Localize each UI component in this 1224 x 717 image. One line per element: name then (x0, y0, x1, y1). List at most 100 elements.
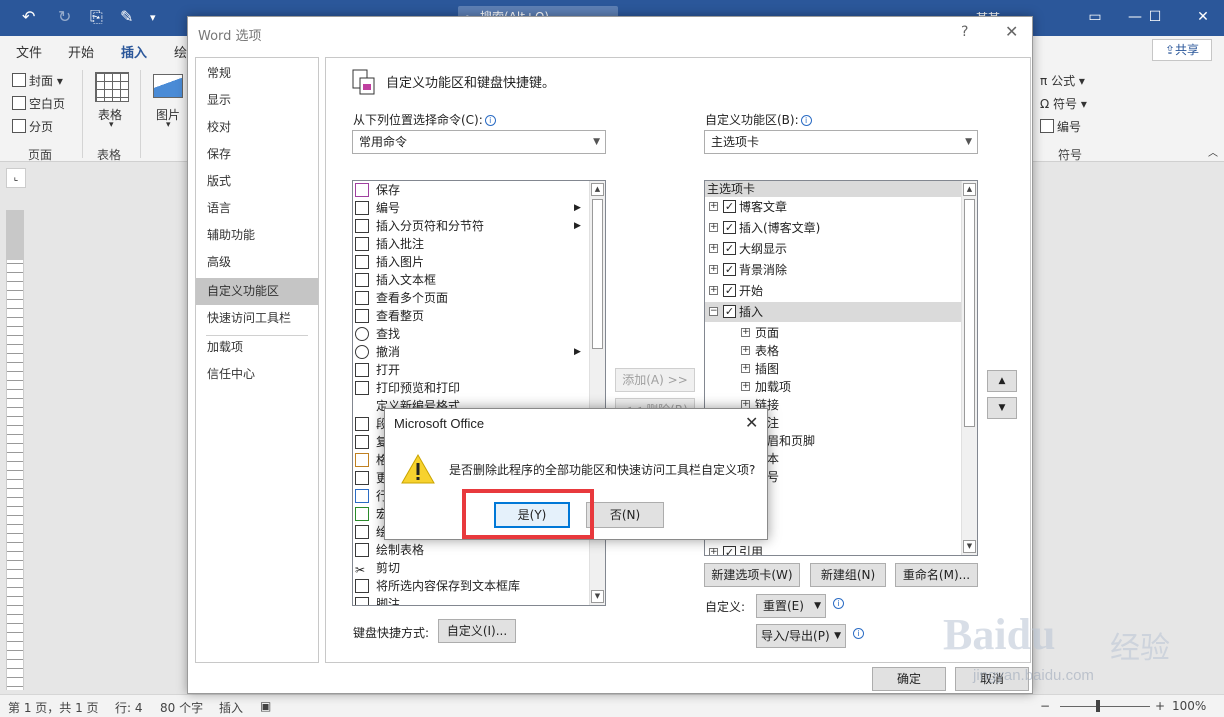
scroll-down-icon[interactable]: ▼ (591, 590, 604, 603)
commands-scrollbar[interactable]: ▲ ▼ (589, 181, 605, 605)
move-down-button[interactable]: ▼ (987, 397, 1017, 419)
no-button[interactable]: 否(N) (586, 502, 664, 528)
nav-item-proofing[interactable]: 校对 (196, 114, 318, 141)
blank-page-button[interactable]: 空白页 (12, 95, 65, 112)
add-button[interactable]: 添加(A) >> (615, 368, 695, 392)
undo-icon[interactable]: ↶ (22, 7, 35, 26)
checkbox[interactable]: ✓ (723, 546, 736, 555)
expand-icon[interactable]: + (741, 328, 750, 337)
zoom-slider[interactable] (1060, 706, 1150, 707)
checkbox[interactable]: ✓ (723, 263, 736, 276)
nav-item-quick-access-toolbar[interactable]: 快速访问工具栏 (196, 305, 318, 332)
collapse-icon[interactable]: − (709, 307, 718, 316)
customize-qat-icon[interactable]: ▾ (150, 11, 156, 24)
checkbox[interactable]: ✓ (723, 221, 736, 234)
table-dropdown-icon[interactable]: ▾ (109, 120, 114, 130)
scroll-thumb[interactable] (964, 199, 975, 427)
ok-button[interactable]: 确定 (872, 667, 946, 691)
expand-icon[interactable]: + (709, 244, 718, 253)
quick-access-icon[interactable]: ⎘ (90, 7, 103, 27)
nav-item-typography[interactable]: 版式 (196, 168, 318, 195)
move-up-button[interactable]: ▲ (987, 370, 1017, 392)
tree-item[interactable]: + ✓ 大纲显示 (705, 239, 961, 259)
tab-file[interactable]: 文件 (16, 42, 42, 61)
maximize-icon[interactable]: ☐ (1140, 6, 1170, 28)
redo-icon[interactable]: ↻ (58, 7, 71, 26)
share-button[interactable]: ⇪共享 (1152, 39, 1212, 61)
commands-list[interactable]: 保存 编号 ▶ 插入分页符和分节符 ▶ 插入批注 插入图片 插入文本框 查看多个页面… (352, 180, 606, 606)
scroll-up-icon[interactable]: ▲ (591, 183, 604, 196)
zoom-out-icon[interactable]: − (1040, 699, 1050, 713)
reset-button[interactable]: 重置(E) ▼ (756, 594, 826, 618)
cover-page-button[interactable]: 封面 ▾ (12, 72, 63, 89)
window-close-icon[interactable]: ✕ (1188, 6, 1218, 28)
tree-item[interactable]: + ✓ 引用 (705, 543, 961, 555)
ribbon-display-icon[interactable]: ▭ (1080, 6, 1110, 28)
help-icon[interactable]: ? (961, 24, 968, 40)
new-tab-button[interactable]: 新建选项卡(W) (704, 563, 800, 587)
tree-item[interactable]: + ✓ 开始 (705, 281, 961, 301)
cancel-button[interactable]: 取消 (955, 667, 1029, 691)
tree-child[interactable]: + 插图 (705, 359, 961, 379)
word-count[interactable]: 80 个字 (160, 699, 203, 716)
collapse-ribbon-icon[interactable]: ︿ (1208, 144, 1218, 159)
new-group-button[interactable]: 新建组(N) (810, 563, 886, 587)
insert-mode[interactable]: 插入 (219, 699, 243, 716)
scroll-down-icon[interactable]: ▼ (963, 540, 976, 553)
nav-item-advanced[interactable]: 高级 (196, 249, 318, 276)
keyboard-customize-button[interactable]: 自定义(I)... (438, 619, 516, 643)
expand-icon[interactable]: + (709, 286, 718, 295)
close-icon[interactable]: ✕ (745, 413, 758, 432)
scroll-up-icon[interactable]: ▲ (963, 183, 976, 196)
expand-icon[interactable]: + (709, 223, 718, 232)
page-break-button[interactable]: 分页 (12, 118, 53, 135)
checkbox[interactable]: ✓ (723, 200, 736, 213)
checkbox[interactable]: ✓ (723, 305, 736, 318)
import-export-button[interactable]: 导入/导出(P) ▼ (756, 624, 846, 648)
tree-child[interactable]: + 页面 (705, 323, 961, 343)
nav-item-accessibility[interactable]: 辅助功能 (196, 222, 318, 249)
table-icon[interactable] (95, 72, 129, 102)
nav-item-trust-center[interactable]: 信任中心 (196, 361, 318, 388)
expand-icon[interactable]: + (709, 548, 718, 555)
numbering-button[interactable]: 编号 (1040, 118, 1081, 135)
checkbox[interactable]: ✓ (723, 284, 736, 297)
tree-child[interactable]: + 表格 (705, 341, 961, 361)
expand-icon[interactable]: + (741, 364, 750, 373)
tree-item[interactable]: + ✓ 插入(博客文章) (705, 218, 961, 238)
zoom-level[interactable]: 100% (1172, 699, 1206, 713)
nav-item-general[interactable]: 常规 (196, 60, 318, 87)
nav-item-save[interactable]: 保存 (196, 141, 318, 168)
tree-scrollbar[interactable]: ▲ ▼ (961, 181, 977, 555)
customize-ribbon-dropdown[interactable]: 主选项卡 ▼ (704, 130, 978, 154)
nav-item-display[interactable]: 显示 (196, 87, 318, 114)
close-icon[interactable]: ✕ (1005, 22, 1018, 41)
equation-button[interactable]: π 公式 ▾ (1040, 72, 1085, 89)
scroll-thumb[interactable] (592, 199, 603, 349)
tab-home[interactable]: 开始 (68, 42, 94, 61)
symbol-button[interactable]: Ω 符号 ▾ (1040, 95, 1087, 112)
choose-commands-dropdown[interactable]: 常用命令 ▼ (352, 130, 606, 154)
tree-child[interactable]: + 加载项 (705, 377, 961, 397)
tree-item[interactable]: + ✓ 背景消除 (705, 260, 961, 280)
tree-item[interactable]: + ✓ 博客文章 (705, 197, 961, 217)
picture-dropdown-icon[interactable]: ▾ (166, 120, 171, 130)
expand-icon[interactable]: + (709, 202, 718, 211)
edit-icon[interactable]: ✎ (120, 7, 133, 26)
macro-icon[interactable]: ▣ (260, 699, 271, 713)
zoom-in-icon[interactable]: + (1155, 699, 1165, 713)
tab-draw[interactable]: 绘 (174, 42, 187, 61)
rename-button[interactable]: 重命名(M)... (895, 563, 978, 587)
expand-icon[interactable]: + (741, 346, 750, 355)
nav-item-language[interactable]: 语言 (196, 195, 318, 222)
checkbox[interactable]: ✓ (723, 242, 736, 255)
page-count[interactable]: 第 1 页，共 1 页 (8, 699, 99, 716)
expand-icon[interactable]: + (741, 382, 750, 391)
nav-item-add-ins[interactable]: 加载项 (196, 334, 318, 361)
expand-icon[interactable]: + (709, 265, 718, 274)
zoom-slider-thumb[interactable] (1096, 700, 1100, 712)
tree-item-selected[interactable]: − ✓ 插入 (705, 302, 961, 322)
tab-selector[interactable]: ⌞ (6, 168, 26, 188)
picture-icon[interactable] (153, 74, 183, 98)
nav-item-customize-ribbon[interactable]: 自定义功能区 (196, 278, 318, 305)
